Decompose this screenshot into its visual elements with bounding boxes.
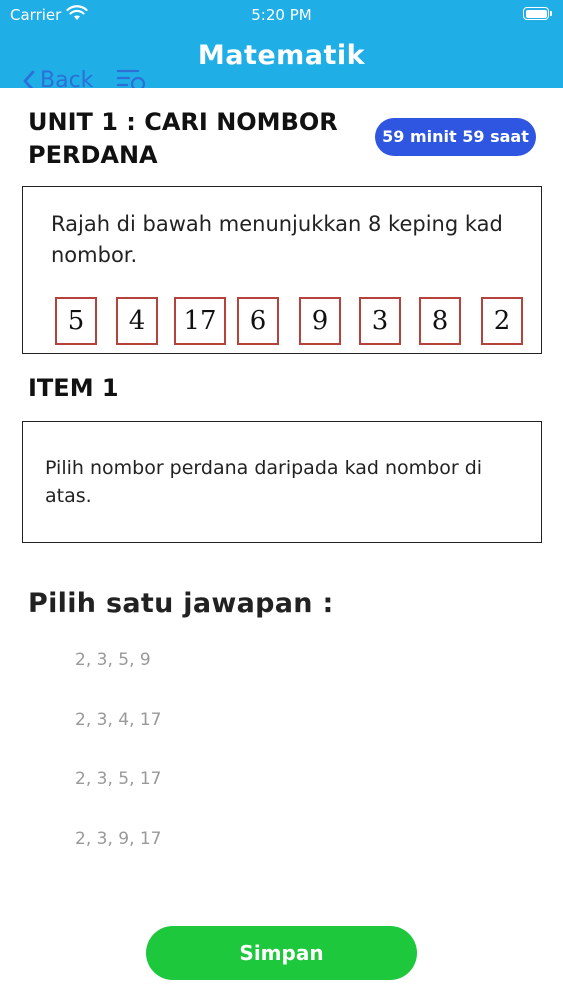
page-title: Matematik	[197, 40, 366, 71]
question-text: Rajah di bawah menunjukkan 8 keping kad …	[51, 212, 503, 267]
number-card: 6	[237, 297, 279, 345]
number-card: 4	[116, 297, 158, 345]
answer-option-4[interactable]: 2, 3, 9, 17	[75, 829, 162, 849]
question-box: Rajah di bawah menunjukkan 8 keping kad …	[22, 186, 542, 354]
chevron-left-icon	[23, 70, 35, 88]
status-bar: Carrier 5:20 PM	[0, 0, 563, 30]
header-bar: Carrier 5:20 PM Matematik Back	[0, 0, 563, 88]
menu-search-icon[interactable]	[117, 68, 147, 88]
item-text: Pilih nombor perdana daripada kad nombor…	[45, 457, 483, 507]
battery-icon	[523, 7, 552, 20]
status-time: 5:20 PM	[251, 6, 312, 24]
answer-option-1[interactable]: 2, 3, 5, 9	[75, 650, 151, 670]
number-cards: 5 4 17 6 9 3 8 2	[23, 297, 541, 353]
number-card: 8	[419, 297, 461, 345]
item-box: Pilih nombor perdana daripada kad nombor…	[22, 421, 542, 543]
number-card: 9	[299, 297, 341, 345]
number-card: 17	[174, 297, 226, 345]
save-button[interactable]: Simpan	[146, 926, 417, 980]
timer-badge: 59 minit 59 saat	[375, 118, 536, 156]
answer-prompt: Pilih satu jawapan :	[28, 588, 334, 619]
number-card: 5	[55, 297, 97, 345]
back-button[interactable]: Back	[22, 68, 93, 88]
number-card: 3	[359, 297, 401, 345]
item-title: ITEM 1	[28, 374, 119, 402]
back-label: Back	[40, 68, 94, 88]
number-card: 2	[481, 297, 523, 345]
answer-option-3[interactable]: 2, 3, 5, 17	[75, 769, 162, 789]
unit-title: UNIT 1 : CARI NOMBOR PERDANA	[28, 108, 338, 169]
answer-option-2[interactable]: 2, 3, 4, 17	[75, 710, 162, 730]
